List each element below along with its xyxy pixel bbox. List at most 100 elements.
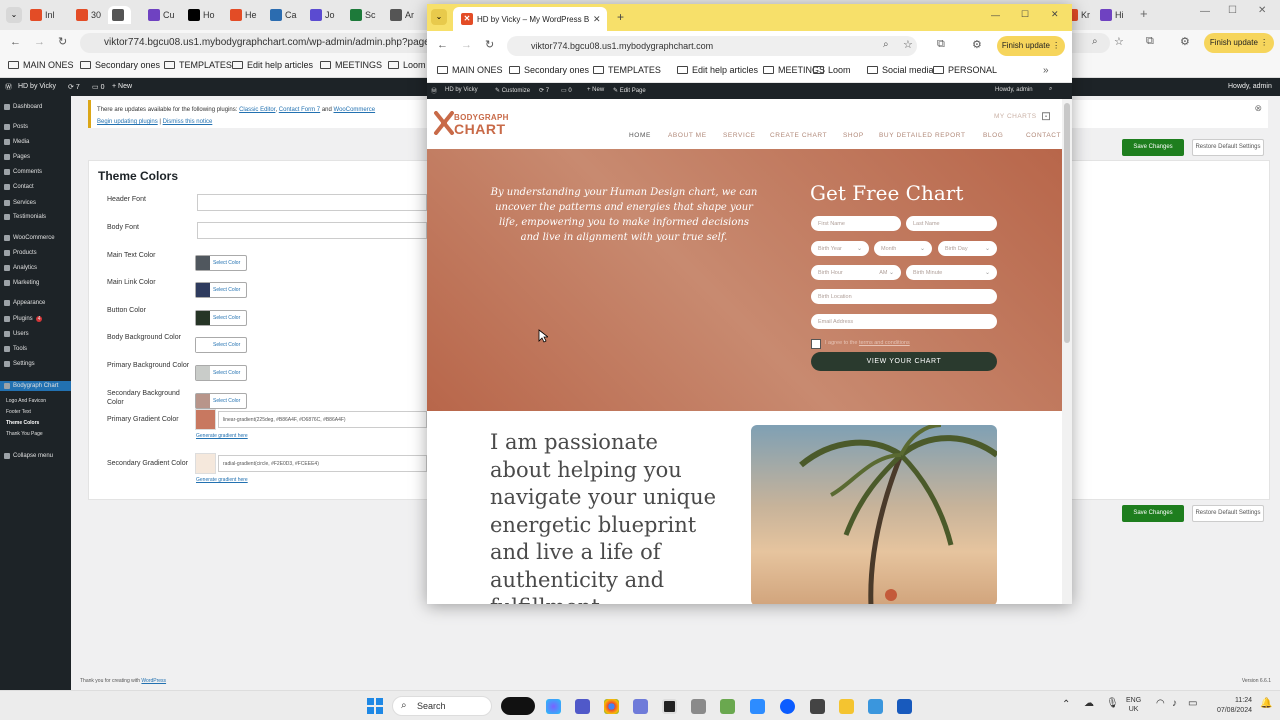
popup-search-icon[interactable]: ⌕ (1049, 86, 1052, 93)
font-input[interactable] (197, 194, 427, 211)
popup-admin-site[interactable]: HD by Vicky (445, 87, 478, 93)
generate-gradient-link[interactable]: Generate gradient here (196, 433, 248, 439)
browser-tab[interactable]: Ho (188, 6, 215, 24)
nav-home[interactable]: HOME (629, 132, 651, 139)
windows-start-icon[interactable] (367, 698, 383, 714)
browser-tab[interactable] (108, 6, 131, 24)
menu-item-posts[interactable]: Posts (4, 124, 28, 130)
menu-item-comments[interactable]: Comments (4, 169, 42, 175)
close-tab-icon[interactable]: ✕ (593, 14, 601, 25)
popup-zoom-icon[interactable]: ⌕ (883, 39, 889, 50)
popup-bookmark-2[interactable]: TEMPLATES (593, 65, 661, 75)
birth-hour-select[interactable]: Birth Hour AM ⌄ (811, 265, 901, 280)
popup-admin-new[interactable]: + New (587, 87, 604, 93)
popup-close[interactable]: ✕ (1051, 9, 1059, 20)
birth-minute-select[interactable]: Birth Minute ⌄ (906, 265, 997, 280)
popup-bookmark-3[interactable]: Edit help articles (677, 65, 758, 75)
bookmark-1[interactable]: Secondary ones (80, 60, 160, 70)
admin-comments[interactable]: ⟳ 7 (68, 83, 80, 91)
popup-scrollbar[interactable] (1062, 99, 1072, 604)
admin-updates[interactable]: ▭ 0 (92, 83, 104, 91)
generate-gradient-link[interactable]: Generate gradient here (196, 477, 248, 483)
menu-item-plugins[interactable]: Plugins 4 (4, 316, 43, 322)
snipping-tool-icon[interactable] (720, 699, 735, 714)
share-icon[interactable] (750, 699, 765, 714)
popup-admin-comments[interactable]: ⟳ 7 (539, 87, 549, 94)
clock[interactable]: 11:24 07/08/2024 (1204, 696, 1252, 716)
bookmark-2[interactable]: TEMPLATES (164, 60, 232, 70)
profile-icon[interactable]: ⚙ (1180, 35, 1190, 48)
tray-chevron-icon[interactable]: ⌃ (1062, 699, 1070, 710)
menu-item-dashboard[interactable]: Dashboard (4, 104, 42, 110)
finish-update-button[interactable]: Finish update ⋮ (1204, 33, 1274, 53)
month-select[interactable]: Month ⌄ (874, 241, 932, 256)
cart-icon[interactable]: ⊡ (1041, 109, 1051, 123)
camera-icon[interactable] (691, 699, 706, 714)
more-bookmarks-icon[interactable]: » (1043, 65, 1049, 76)
nav-create-chart[interactable]: CREATE CHART (770, 132, 827, 139)
menu-item-services[interactable]: Services (4, 200, 36, 206)
bookmark-5[interactable]: Loom (388, 60, 426, 70)
media-player-icon[interactable] (662, 699, 677, 714)
nav-buy-detailed-report[interactable]: BUY DETAILED REPORT (879, 132, 966, 139)
menu-item-tools[interactable]: Tools (4, 346, 27, 352)
menu-item-analytics[interactable]: Analytics (4, 265, 37, 271)
notepad-icon[interactable] (868, 699, 883, 714)
bookmark-0[interactable]: MAIN ONES (8, 60, 74, 70)
popup-bookmark-5[interactable]: Loom (813, 65, 851, 75)
onedrive-icon[interactable]: ☁ (1084, 698, 1094, 709)
color-picker-button[interactable]: Select Color (195, 310, 247, 326)
gradient-input[interactable]: linear-gradient(225deg, #B86A4F, #D6876C… (218, 411, 427, 428)
last-name-field[interactable]: Last Name (906, 216, 997, 231)
popup-admin-customize[interactable]: ✎ Customize (495, 87, 530, 94)
popup-reload-icon[interactable]: ↻ (485, 38, 494, 51)
wp-logo-icon[interactable]: Ⓦ (5, 82, 12, 92)
save-changes-button-top[interactable]: Save Changes (1122, 139, 1184, 156)
new-tab-button[interactable]: + (1140, 6, 1148, 21)
menu-item-settings[interactable]: Settings (4, 361, 35, 367)
save-changes-button-bottom[interactable]: Save Changes (1122, 505, 1184, 522)
battery-icon[interactable]: ▭ (1188, 698, 1197, 709)
dismiss-icon[interactable]: ⊗ (1254, 102, 1262, 114)
menu-item-appearance[interactable]: Appearance (4, 300, 45, 306)
terms-checkbox[interactable] (811, 339, 821, 349)
notification-icon[interactable]: 🔔 (1260, 698, 1272, 709)
popup-star-icon[interactable]: ☆ (903, 38, 913, 51)
popup-active-tab[interactable]: ✕ HD by Vicky – My WordPress Bl ✕ (453, 7, 607, 31)
menu-item-users[interactable]: Users (4, 331, 29, 337)
popup-extensions-icon[interactable]: ⧉ (937, 38, 945, 51)
wifi-icon[interactable]: ◠ (1156, 698, 1165, 709)
popup-bookmark-0[interactable]: MAIN ONES (437, 65, 503, 75)
mic-icon[interactable]: 🎙 (1106, 698, 1119, 709)
forward-icon[interactable]: → (34, 36, 45, 48)
nav-shop[interactable]: SHOP (843, 132, 864, 139)
menu-item-products[interactable]: Products (4, 250, 37, 256)
menu-item-bodygraph-chart[interactable]: Bodygraph Chart (0, 381, 71, 391)
popup-minimize[interactable]: — (991, 10, 1000, 20)
birth-location-field[interactable]: Birth Location (811, 289, 997, 304)
bookmark-3[interactable]: Edit help articles (232, 60, 313, 70)
browser-tab[interactable]: Ca (270, 6, 297, 24)
menu-item-thank-you-page[interactable]: Thank You Page (6, 431, 43, 437)
plugin-link-contact-form[interactable]: Contact Form 7 (279, 107, 320, 113)
popup-bookmark-7[interactable]: PERSONAL (933, 65, 997, 75)
menu-item-theme-colors[interactable]: Theme Colors (6, 420, 39, 426)
terminal-icon[interactable] (810, 699, 825, 714)
menu-item-logo-and-favicon[interactable]: Logo And Favicon (6, 398, 46, 404)
popup-bookmark-1[interactable]: Secondary ones (509, 65, 589, 75)
first-name-field[interactable]: First Name (811, 216, 901, 231)
menu-item-media[interactable]: Media (4, 139, 29, 145)
browser-tab[interactable]: Inl (30, 6, 55, 24)
nav-service[interactable]: SERVICE (723, 132, 756, 139)
popup-admin-updates[interactable]: ▭ 0 (561, 87, 572, 94)
chrome-icon[interactable] (604, 699, 619, 714)
browser-tab[interactable]: Sc (350, 6, 376, 24)
browser-tab[interactable]: Ar (390, 6, 414, 24)
browser-tab[interactable]: Cu (148, 6, 175, 24)
word-icon[interactable] (897, 699, 912, 714)
popup-tab-search[interactable]: ⌄ (431, 9, 447, 25)
bookmark-4[interactable]: MEETINGS (320, 60, 382, 70)
color-picker-button[interactable]: Select Color (195, 282, 247, 298)
menu-item-marketing[interactable]: Marketing (4, 280, 39, 286)
birth-year-select[interactable]: Birth Year ⌄ (811, 241, 869, 256)
